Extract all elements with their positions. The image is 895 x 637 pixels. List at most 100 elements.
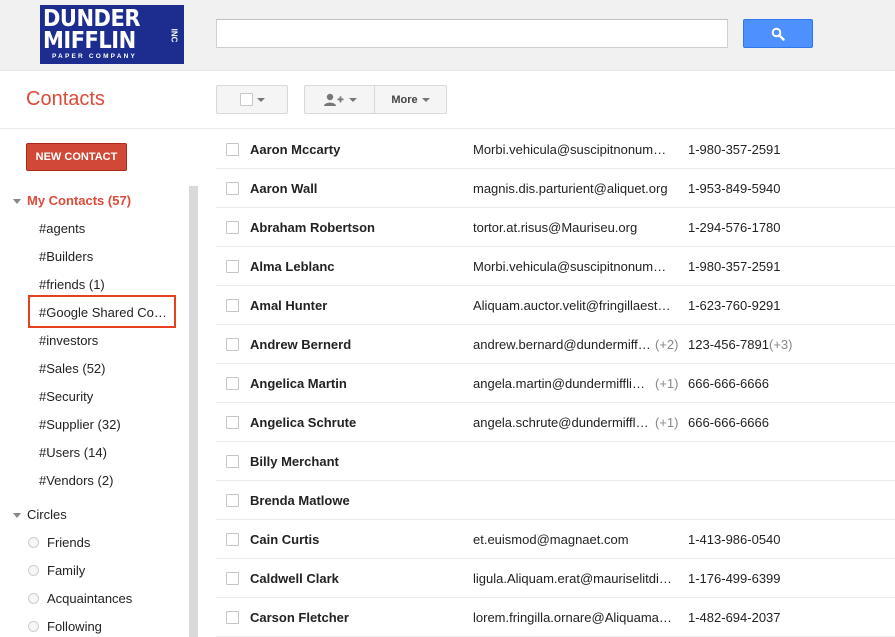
contact-email[interactable]: Aliquam.auctor.velit@fringillaest.ca: [473, 298, 673, 313]
contact-name[interactable]: Billy Merchant: [250, 454, 339, 469]
sidebar-item-circle-family[interactable]: Family: [47, 563, 85, 578]
row-checkbox[interactable]: [226, 572, 239, 585]
contact-name[interactable]: Angelica Martin: [250, 376, 347, 391]
contact-phone[interactable]: 1-294-576-1780: [688, 220, 781, 235]
contact-phone[interactable]: 1-176-499-6399: [688, 571, 781, 586]
contact-name[interactable]: Caldwell Clark: [250, 571, 339, 586]
contact-row[interactable]: Abraham Robertson tortor.at.risus@Mauris…: [216, 208, 895, 247]
row-checkbox[interactable]: [226, 182, 239, 195]
sidebar-item-my-contacts[interactable]: My Contacts (57): [27, 193, 131, 208]
contact-row[interactable]: Caldwell Clark ligula.Aliquam.erat@mauri…: [216, 559, 895, 598]
sidebar-item-sales[interactable]: #Sales (52): [39, 361, 105, 376]
row-checkbox[interactable]: [226, 533, 239, 546]
contact-name[interactable]: Carson Fletcher: [250, 610, 349, 625]
circle-icon: [28, 593, 39, 604]
more-button[interactable]: More: [375, 86, 446, 113]
contact-name[interactable]: Alma Leblanc: [250, 259, 335, 274]
more-label: More: [391, 93, 418, 106]
extra-emails-count[interactable]: (+1): [655, 415, 678, 430]
circle-icon: [28, 565, 39, 576]
contact-email[interactable]: tortor.at.risus@Mauriseu.org: [473, 220, 673, 235]
contact-phone[interactable]: 666-666-6666: [688, 376, 769, 391]
sidebar-item-investors[interactable]: #investors: [39, 333, 98, 348]
row-checkbox[interactable]: [226, 338, 239, 351]
contact-phone[interactable]: 666-666-6666: [688, 415, 769, 430]
add-to-group-button[interactable]: [305, 86, 375, 113]
row-checkbox[interactable]: [226, 494, 239, 507]
contact-row[interactable]: Alma Leblanc Morbi.vehicula@suscipitnonu…: [216, 247, 895, 286]
contact-name[interactable]: Brenda Matlowe: [250, 493, 350, 508]
sidebar-item-circle-friends[interactable]: Friends: [47, 535, 90, 550]
search-button[interactable]: [743, 19, 813, 48]
sidebar-item-google-shared[interactable]: #Google Shared Co…: [39, 305, 167, 320]
contact-row[interactable]: Carson Fletcher lorem.fringilla.ornare@A…: [216, 598, 895, 637]
row-checkbox[interactable]: [226, 455, 239, 468]
contact-email[interactable]: angela.schrute@dundermifflin.com: [473, 415, 651, 430]
contact-phone[interactable]: 1-623-760-9291: [688, 298, 781, 313]
chevron-down-icon: [256, 97, 265, 102]
row-checkbox[interactable]: [226, 221, 239, 234]
sidebar-item-agents[interactable]: #agents: [39, 221, 85, 236]
sidebar-item-users[interactable]: #Users (14): [39, 445, 107, 460]
contact-name[interactable]: Andrew Bernerd: [250, 337, 351, 352]
contact-email[interactable]: magnis.dis.parturient@aliquet.org: [473, 181, 673, 196]
extra-emails-count[interactable]: (+1): [655, 376, 678, 391]
select-all-dropdown[interactable]: [216, 85, 288, 114]
sidebar-item-builders[interactable]: #Builders: [39, 249, 93, 264]
search-input[interactable]: [216, 19, 728, 48]
row-checkbox[interactable]: [226, 143, 239, 156]
sidebar-item-circle-acquaintances[interactable]: Acquaintances: [47, 591, 132, 606]
contact-email[interactable]: Morbi.vehicula@suscipitnonummy.com: [473, 259, 673, 274]
contact-email[interactable]: andrew.bernard@dundermifflin.com: [473, 337, 651, 352]
collapse-triangle-icon[interactable]: [13, 513, 21, 518]
header-divider: [0, 128, 895, 129]
contact-email[interactable]: Morbi.vehicula@suscipitnonummy.com: [473, 142, 673, 157]
sidebar-item-friends[interactable]: #friends (1): [39, 277, 105, 292]
contact-row[interactable]: Amal Hunter Aliquam.auctor.velit@fringil…: [216, 286, 895, 325]
contact-email[interactable]: ligula.Aliquam.erat@mauriselitdictum.com: [473, 571, 673, 586]
contact-name[interactable]: Amal Hunter: [250, 298, 327, 313]
select-all-checkbox[interactable]: [239, 93, 253, 106]
contact-phone[interactable]: 123-456-7891: [688, 337, 769, 352]
sidebar-item-circle-following[interactable]: Following: [47, 619, 102, 634]
contact-row[interactable]: Andrew Bernerd andrew.bernard@dundermiff…: [216, 325, 895, 364]
contact-phone[interactable]: 1-980-357-2591: [688, 142, 781, 157]
row-checkbox[interactable]: [226, 611, 239, 624]
contact-phone[interactable]: 1-980-357-2591: [688, 259, 781, 274]
sidebar-item-circles[interactable]: Circles: [27, 507, 67, 522]
contact-phone[interactable]: 1-413-986-0540: [688, 532, 781, 547]
sidebar-item-supplier[interactable]: #Supplier (32): [39, 417, 121, 432]
contact-row[interactable]: Cain Curtis et.euismod@magnaet.com 1-413…: [216, 520, 895, 559]
contact-name[interactable]: Aaron Mccarty: [250, 142, 340, 157]
contact-name[interactable]: Aaron Wall: [250, 181, 317, 196]
page-title[interactable]: Contacts: [26, 88, 105, 111]
contact-phone[interactable]: 1-482-694-2037: [688, 610, 781, 625]
collapse-triangle-icon[interactable]: [13, 199, 21, 204]
contact-row[interactable]: Aaron Wall magnis.dis.parturient@aliquet…: [216, 169, 895, 208]
dunder-mifflin-logo[interactable]: DUNDER MIFFLIN INC PAPER COMPANY: [40, 5, 184, 64]
contact-name[interactable]: Cain Curtis: [250, 532, 319, 547]
contact-email[interactable]: lorem.fringilla.ornare@Aliquamadipiscing…: [473, 610, 673, 625]
contact-row[interactable]: Brenda Matlowe: [216, 481, 895, 520]
new-contact-button[interactable]: NEW CONTACT: [26, 143, 127, 171]
contact-row[interactable]: Angelica Martin angela.martin@dundermiff…: [216, 364, 895, 403]
row-checkbox[interactable]: [226, 260, 239, 273]
contact-row[interactable]: Angelica Schrute angela.schrute@dundermi…: [216, 403, 895, 442]
circle-icon: [28, 621, 39, 632]
extra-emails-count[interactable]: (+2): [655, 337, 678, 352]
row-checkbox[interactable]: [226, 416, 239, 429]
contact-row[interactable]: Billy Merchant: [216, 442, 895, 481]
sidebar-item-security[interactable]: #Security: [39, 389, 93, 404]
row-checkbox[interactable]: [226, 299, 239, 312]
contact-email[interactable]: et.euismod@magnaet.com: [473, 532, 673, 547]
contact-name[interactable]: Angelica Schrute: [250, 415, 356, 430]
extra-phones-count[interactable]: (+3): [769, 337, 792, 352]
contact-phone[interactable]: 1-953-849-5940: [688, 181, 781, 196]
sidebar-scrollbar[interactable]: [189, 186, 198, 637]
top-bar: DUNDER MIFFLIN INC PAPER COMPANY: [0, 0, 895, 71]
row-checkbox[interactable]: [226, 377, 239, 390]
contact-row[interactable]: Aaron Mccarty Morbi.vehicula@suscipitnon…: [216, 130, 895, 169]
contact-email[interactable]: angela.martin@dundermifflin.com: [473, 376, 651, 391]
sidebar-item-vendors[interactable]: #Vendors (2): [39, 473, 113, 488]
contact-name[interactable]: Abraham Robertson: [250, 220, 375, 235]
